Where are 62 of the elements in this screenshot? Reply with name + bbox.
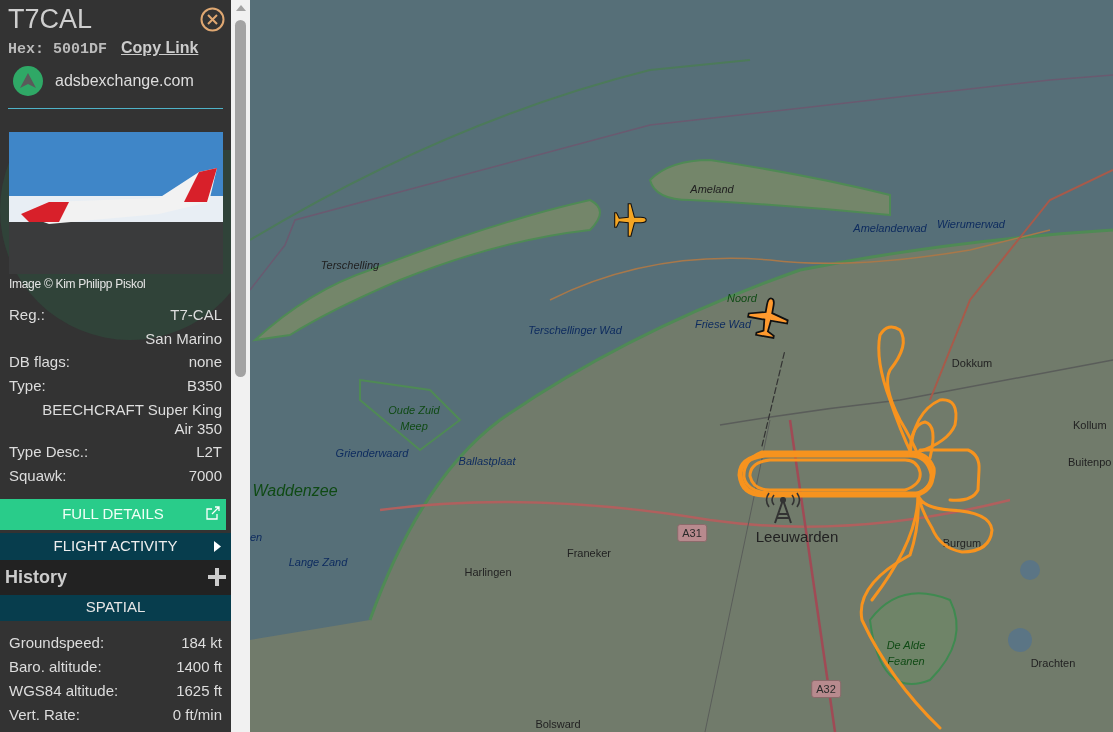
radar-antenna-icon (764, 492, 802, 524)
field-value: BEECHCRAFT Super King Air 350 (41, 399, 222, 439)
scrollbar[interactable] (231, 0, 250, 732)
map-label: Oude Zuid Meep (387, 403, 441, 434)
aircraft-icon[interactable] (612, 202, 648, 238)
source-logo-icon (13, 65, 43, 96)
field-value: B350 (186, 375, 222, 396)
field-value: 1625 ft (176, 680, 222, 701)
map-label: De Alde Feanen (885, 638, 927, 669)
map-label: Terschellinger Wad (527, 323, 623, 338)
field-value: 0 ft/min (172, 704, 222, 725)
field-value: 184 kt (181, 632, 222, 653)
map-label: Kollum (1073, 418, 1107, 433)
map-label: Wierumerwad (937, 217, 1005, 232)
flight-activity-button[interactable]: FLIGHT ACTIVITY (0, 532, 231, 560)
field-label: Type: (9, 375, 46, 396)
field-value: San Marino (144, 328, 222, 349)
field-value: none (188, 351, 222, 372)
history-section-header[interactable]: History (0, 559, 231, 595)
field-value: 1400 ft (176, 656, 222, 677)
section-title: History (5, 565, 67, 589)
road-shield: A31 (677, 524, 707, 542)
map-label: Lange Zand (288, 555, 348, 570)
external-link-icon (206, 505, 220, 520)
map-label: Dokkum (951, 356, 993, 371)
copy-link[interactable]: Copy Link (121, 36, 199, 60)
close-button[interactable] (200, 7, 225, 32)
map-label: en (250, 530, 263, 545)
map-label: Friese Wad (695, 317, 751, 332)
map-label: Grienderwaard (335, 446, 409, 461)
field-label: WGS84 altitude: (9, 680, 119, 701)
field-label: Vert. Rate: (9, 704, 80, 725)
map-label: Buitenpo (1068, 455, 1112, 470)
map-label: Waddenzee (252, 483, 338, 499)
field-value: L2T (196, 441, 222, 462)
field-label: DB flags: (9, 351, 70, 372)
plus-icon[interactable] (208, 568, 226, 586)
hex-code: Hex: 5001DF (8, 40, 108, 60)
field-label: Groundspeed: (9, 632, 105, 653)
field-label: Reg.: (9, 304, 45, 325)
field-value: 7000 (188, 465, 222, 486)
section-header: SPATIAL (0, 594, 231, 621)
map-label: Ballastplaat (458, 454, 516, 469)
field-value: T7-CAL (170, 304, 222, 325)
source-website: adsbexchange.com (55, 70, 194, 91)
map-label: Leeuwarden (755, 529, 839, 545)
map-label: Amelanderwad (853, 221, 927, 236)
map-label: Drachten (1030, 656, 1076, 671)
map-label: Ameland (690, 182, 734, 197)
field-label: Type Desc.: (9, 441, 89, 462)
map-label: Harlingen (464, 565, 512, 580)
map-label: Bolsward (535, 717, 581, 732)
field-label: Squawk: (9, 465, 67, 486)
map-label: Franeker (567, 546, 611, 561)
caret-right-icon (214, 540, 221, 552)
photo-credit: Image © Kim Philipp Piskol (8, 275, 147, 293)
scrollbar-thumb[interactable] (235, 20, 246, 377)
field-label: Baro. altitude: (9, 656, 102, 677)
road-shield: A32 (811, 680, 841, 698)
aircraft-callsign: T7CAL (8, 3, 93, 35)
map-label: Terschelling (320, 258, 380, 273)
map-label: Noord (727, 291, 757, 306)
